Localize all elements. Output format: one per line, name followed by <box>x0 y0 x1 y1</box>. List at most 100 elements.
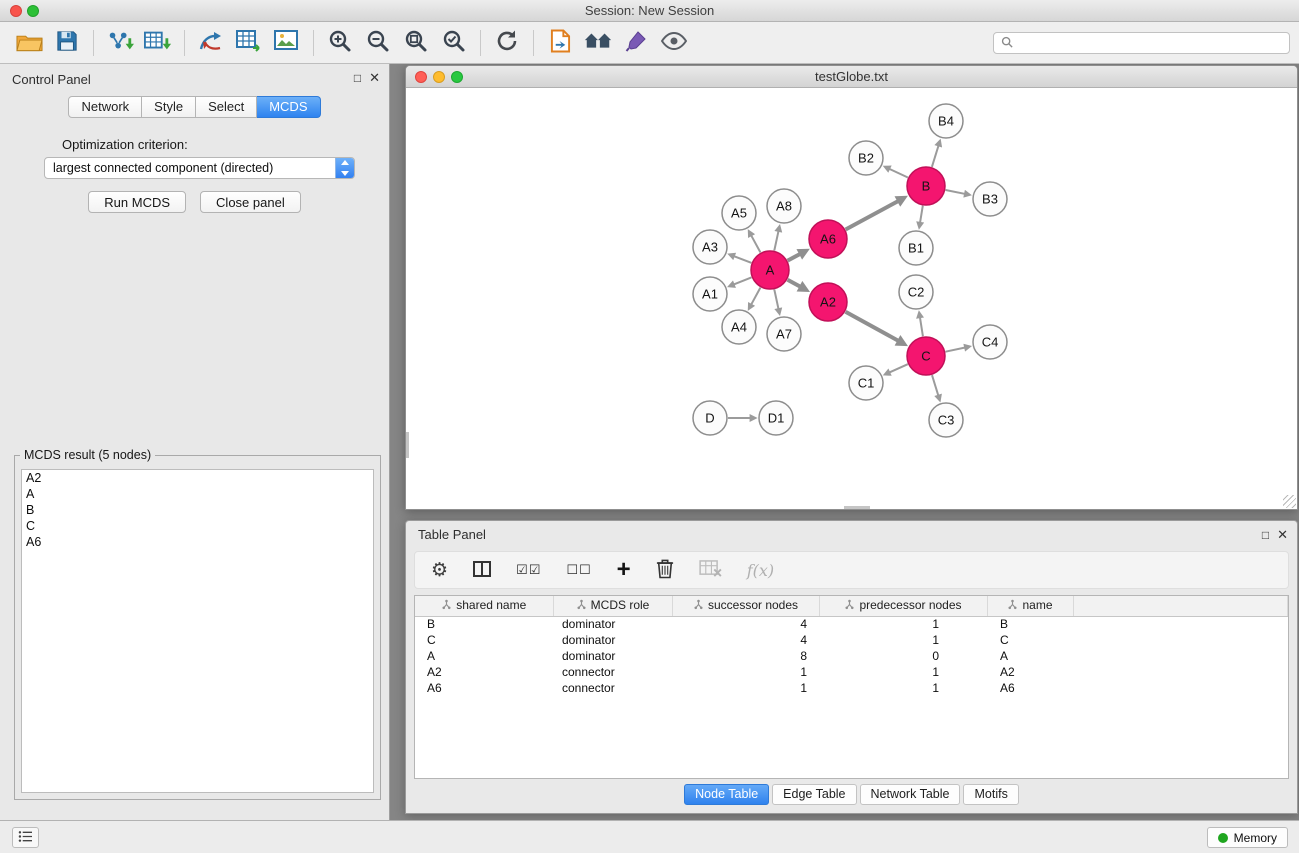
zoom-fit-button[interactable] <box>397 25 435 61</box>
export-image-button[interactable] <box>268 25 306 61</box>
function-builder-button[interactable]: f(x) <box>747 561 774 580</box>
node-C4[interactable]: C4 <box>973 325 1007 359</box>
column-header-mcds-role[interactable]: MCDS role <box>553 596 672 616</box>
node-A[interactable]: A <box>751 251 789 289</box>
edge-B-B4[interactable] <box>932 146 939 167</box>
zoom-selected-button[interactable] <box>435 25 473 61</box>
edge-A-A1[interactable] <box>734 277 751 284</box>
node-B3[interactable]: B3 <box>973 182 1007 216</box>
table-row[interactable]: A2connector11A2 <box>415 664 1288 680</box>
table-row[interactable]: Adominator80A <box>415 648 1288 664</box>
export-network-button[interactable] <box>192 25 230 61</box>
edge-A-A2[interactable] <box>788 280 801 287</box>
column-header-shared-name[interactable]: shared name <box>415 596 553 616</box>
edge-A-A5[interactable] <box>751 236 760 253</box>
node-B2[interactable]: B2 <box>849 141 883 175</box>
show-columns-button[interactable] <box>473 561 491 580</box>
edge-A6-B[interactable] <box>846 201 898 229</box>
search-input[interactable] <box>1018 36 1289 50</box>
open-session-button[interactable] <box>10 25 48 61</box>
edge-B-B2[interactable] <box>890 169 908 178</box>
table-row[interactable]: Cdominator41C <box>415 632 1288 648</box>
table-settings-button[interactable]: ⚙ <box>431 559 448 582</box>
delete-table-button[interactable] <box>699 560 722 580</box>
node-A3[interactable]: A3 <box>693 230 727 264</box>
edge-A2-C[interactable] <box>846 312 899 341</box>
node-C1[interactable]: C1 <box>849 366 883 400</box>
edge-C-C2[interactable] <box>920 318 923 337</box>
close-panel-button[interactable]: Close panel <box>200 191 301 213</box>
save-session-button[interactable] <box>48 25 86 61</box>
tab-edge-table[interactable]: Edge Table <box>772 784 856 805</box>
edge-C-C4[interactable] <box>946 348 965 352</box>
import-table-button[interactable] <box>139 25 177 61</box>
horizontal-scrollbar-thumb[interactable] <box>844 506 870 509</box>
edge-B-B3[interactable] <box>946 190 965 194</box>
node-A5[interactable]: A5 <box>722 196 756 230</box>
refresh-view-button[interactable] <box>488 25 526 61</box>
node-table[interactable]: shared nameMCDS rolesuccessor nodesprede… <box>414 595 1289 779</box>
node-A4[interactable]: A4 <box>722 310 756 344</box>
tab-mcds[interactable]: MCDS <box>257 96 320 118</box>
undock-table-panel-icon[interactable]: □ <box>1262 528 1269 542</box>
node-A1[interactable]: A1 <box>693 277 727 311</box>
resize-grip[interactable] <box>1283 495 1296 508</box>
edge-A-A4[interactable] <box>751 288 760 305</box>
tab-node-table[interactable]: Node Table <box>684 784 769 805</box>
network-window-titlebar[interactable]: testGlobe.txt <box>406 66 1297 88</box>
run-mcds-button[interactable]: Run MCDS <box>88 191 186 213</box>
delete-column-button[interactable] <box>656 558 674 582</box>
first-neighbors-button[interactable] <box>541 25 579 61</box>
deselect-all-columns-button[interactable]: ☐☐ <box>566 562 591 578</box>
result-item[interactable]: A2 <box>22 470 373 486</box>
column-header-predecessor-nodes[interactable]: predecessor nodes <box>819 596 987 616</box>
add-column-button[interactable]: + <box>617 560 631 580</box>
node-B[interactable]: B <box>907 167 945 205</box>
tab-select[interactable]: Select <box>196 96 257 118</box>
node-D[interactable]: D <box>693 401 727 435</box>
node-C[interactable]: C <box>907 337 945 375</box>
criterion-dropdown[interactable]: largest connected component (directed) <box>44 157 355 179</box>
node-B1[interactable]: B1 <box>899 231 933 265</box>
show-panels-button[interactable] <box>579 25 617 61</box>
task-history-button[interactable] <box>12 827 39 848</box>
tab-motifs[interactable]: Motifs <box>963 784 1018 805</box>
node-A6[interactable]: A6 <box>809 220 847 258</box>
node-A8[interactable]: A8 <box>767 189 801 223</box>
select-all-columns-button[interactable]: ☑☑ <box>516 562 541 578</box>
edge-A-A6[interactable] <box>788 254 800 261</box>
column-header-successor-nodes[interactable]: successor nodes <box>672 596 819 616</box>
edge-B-B1[interactable] <box>920 206 923 223</box>
edge-A-A7[interactable] <box>774 290 778 309</box>
close-table-panel-icon[interactable]: ✕ <box>1277 528 1288 542</box>
edge-A-A8[interactable] <box>774 231 778 250</box>
vertical-scrollbar-thumb[interactable] <box>406 432 409 458</box>
table-row[interactable]: Bdominator41B <box>415 616 1288 632</box>
zoom-in-button[interactable] <box>321 25 359 61</box>
result-item[interactable]: C <box>22 518 373 534</box>
network-canvas[interactable]: B4B2BB3A8A5A6A3B1AA1C2A2A4A7C4CC1C3DD1 <box>406 88 1297 509</box>
close-panel-icon[interactable]: ✕ <box>369 71 380 85</box>
zoom-out-button[interactable] <box>359 25 397 61</box>
edge-C-C1[interactable] <box>890 364 908 372</box>
result-item[interactable]: B <box>22 502 373 518</box>
toggle-visibility-button[interactable] <box>655 25 693 61</box>
edge-C-C3[interactable] <box>932 375 938 395</box>
mcds-result-list[interactable]: A2ABCA6 <box>21 469 374 793</box>
table-row[interactable]: A6connector11A6 <box>415 680 1288 696</box>
tab-style[interactable]: Style <box>142 96 196 118</box>
node-A2[interactable]: A2 <box>809 283 847 321</box>
network-graph-svg[interactable]: B4B2BB3A8A5A6A3B1AA1C2A2A4A7C4CC1C3DD1 <box>406 88 1297 509</box>
edge-A-A3[interactable] <box>734 256 751 263</box>
node-A7[interactable]: A7 <box>767 317 801 351</box>
memory-button[interactable]: Memory <box>1207 827 1288 848</box>
tab-network[interactable]: Network <box>68 96 142 118</box>
node-C2[interactable]: C2 <box>899 275 933 309</box>
result-item[interactable]: A <box>22 486 373 502</box>
column-header-name[interactable]: name <box>987 596 1073 616</box>
node-B4[interactable]: B4 <box>929 104 963 138</box>
node-C3[interactable]: C3 <box>929 403 963 437</box>
search-field[interactable] <box>993 32 1290 54</box>
export-table-button[interactable] <box>230 25 268 61</box>
result-item[interactable]: A6 <box>22 534 373 550</box>
